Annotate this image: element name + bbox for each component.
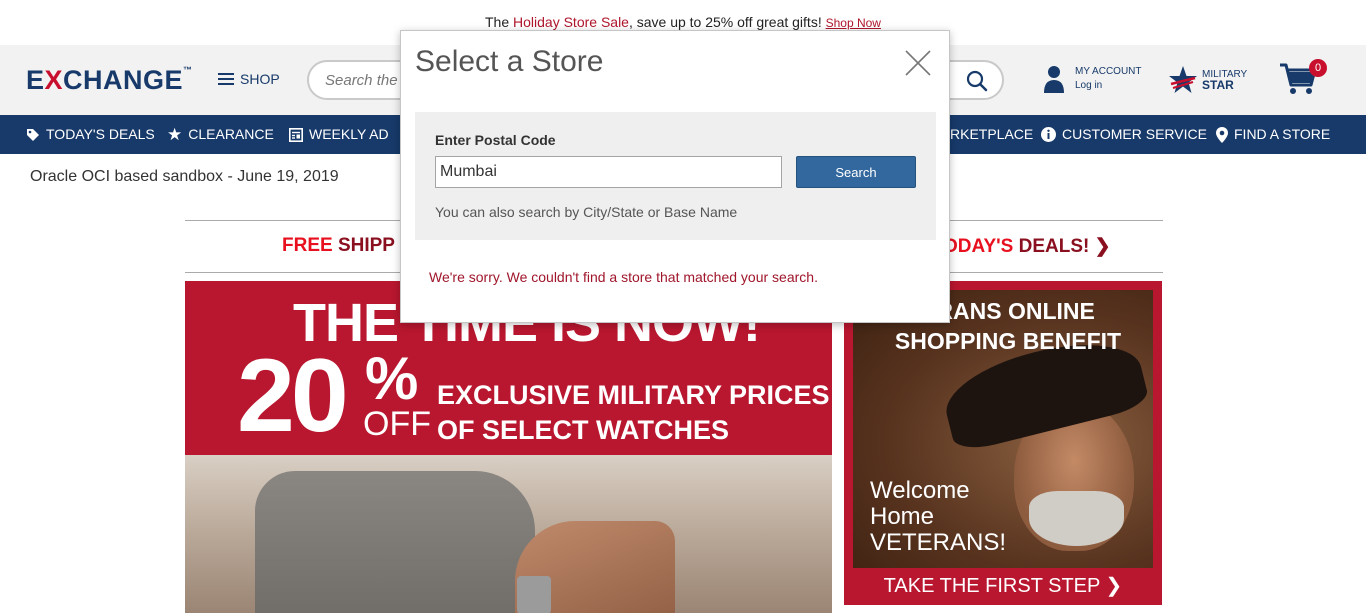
nav-marketplace[interactable]: RKETPLACE [950,115,1033,154]
nav-weekly-ad[interactable]: WEEKLY AD [289,115,389,154]
postal-code-label: Enter Postal Code [435,132,556,148]
exchange-logo[interactable]: EXCHANGE™ [26,65,193,96]
promo-prefix: The [485,14,514,30]
search-placeholder: Search the [325,72,398,89]
military-line2: STAR [1202,77,1234,92]
dialog-title: Select a Store [415,45,604,78]
account-title: MY ACCOUNT [1075,66,1142,77]
nav-todays-deals[interactable]: TODAY'S DEALS [26,115,155,154]
my-account-link[interactable]: MY ACCOUNT Log in [1043,65,1142,93]
shop-menu-button[interactable]: SHOP [218,71,280,87]
select-store-dialog: Select a Store Enter Postal Code Search … [400,30,950,323]
veterans-promo-banner[interactable]: ERANS ONLINE SHOPPING BENEFIT Welcome Ho… [844,281,1162,605]
todays-deals-banner[interactable]: ODAY'S DEALS! ❯ [943,235,1111,258]
watch-image [517,576,551,613]
no-results-error: We're sorry. We couldn't find a store th… [429,269,818,285]
info-icon [1041,127,1056,142]
search-icon[interactable] [966,70,988,92]
newspaper-icon [289,127,303,142]
shirt-image [255,471,535,613]
close-icon[interactable] [905,50,931,76]
watches-promo-banner[interactable]: THE TIME IS NOW! 20 % OFF EXCLUSIVE MILI… [185,281,832,613]
cart-count-badge: 0 [1309,59,1327,77]
military-star-icon [1169,66,1197,93]
hamburger-icon [218,72,234,86]
discount-number: 20 [237,338,349,454]
military-star-link[interactable]: MILITARY STAR [1168,65,1247,95]
promo-highlight: Holiday Store Sale [513,14,629,30]
first-step-cta[interactable]: TAKE THE FIRST STEP ❯ [844,573,1162,598]
shop-label: SHOP [240,71,280,87]
nav-customer-service[interactable]: CUSTOMER SERVICE [1041,115,1207,154]
tag-icon [27,128,39,141]
star-icon: ★ [167,125,183,144]
sandbox-notice: Oracle OCI based sandbox - June 19, 2019 [30,168,339,185]
login-link[interactable]: Log in [1075,79,1142,93]
postal-search-panel: Enter Postal Code Search You can also se… [415,112,936,240]
welcome-text: Welcome Home VETERANS! [870,477,1007,556]
nav-find-a-store[interactable]: FIND A STORE [1216,115,1330,154]
user-icon [1044,66,1064,93]
free-shipping-banner[interactable]: FREE SHIPP [282,235,395,257]
shop-now-link[interactable]: Shop Now [826,16,881,30]
location-pin-icon [1216,126,1228,143]
search-hint: You can also search by City/State or Bas… [435,204,738,220]
discount-off: OFF [363,405,431,443]
store-search-button[interactable]: Search [796,156,916,188]
postal-code-input[interactable] [435,156,782,188]
nav-clearance[interactable]: ★ CLEARANCE [167,115,274,154]
veteran-beard [1029,491,1124,546]
banner-subtitle: EXCLUSIVE MILITARY PRICES OF SELECT WATC… [437,380,830,445]
discount-percent-sign: % [365,345,419,412]
promo-suffix: , save up to 25% off great gifts! [628,14,822,30]
